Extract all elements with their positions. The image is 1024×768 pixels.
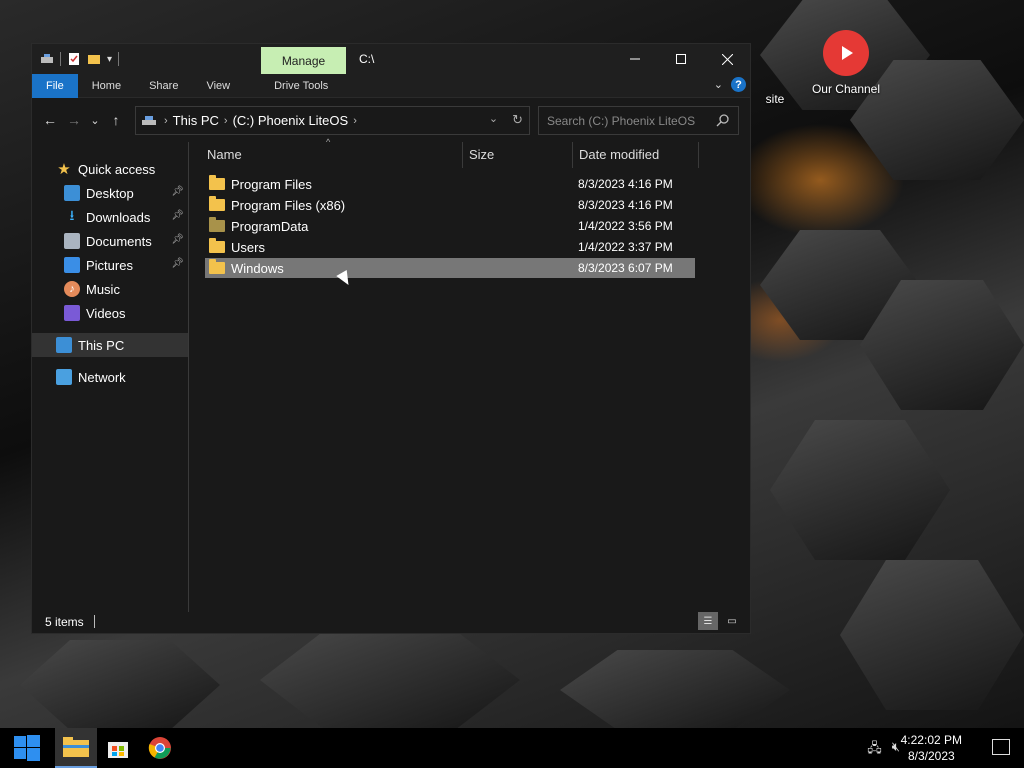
expand-ribbon-icon[interactable]: ⌄ xyxy=(714,78,723,91)
desktop-hex xyxy=(260,630,520,730)
network-icon xyxy=(56,369,72,385)
sidebar-item-this-pc[interactable]: This PC xyxy=(32,333,188,357)
sidebar-item-videos[interactable]: Videos xyxy=(32,301,188,325)
details-view-icon[interactable]: ☰ xyxy=(698,612,718,630)
file-explorer-window: ▾ Manage C:\ File Home Share View Drive … xyxy=(31,43,751,634)
column-header-date[interactable]: Date modified xyxy=(579,147,659,162)
item-count: 5 items xyxy=(45,614,84,629)
column-header-size[interactable]: Size xyxy=(469,147,494,162)
up-button[interactable]: ↑ xyxy=(104,108,128,132)
navigation-pane: ★ Quick access Desktop 📌︎ ⭳ Downloads 📌︎… xyxy=(32,142,189,612)
sidebar-item-network[interactable]: Network xyxy=(32,365,188,389)
quick-access-toolbar: ▾ xyxy=(32,52,120,66)
address-bar[interactable]: › This PC › (C:) Phoenix LiteOS › ⌄ ↻ xyxy=(135,106,530,135)
title-bar[interactable]: ▾ Manage C:\ xyxy=(32,44,750,74)
tab-home[interactable]: Home xyxy=(78,74,135,98)
breadcrumb-this-pc[interactable]: This PC xyxy=(168,113,224,128)
desktop-icon xyxy=(64,185,80,201)
tab-manage[interactable]: Manage xyxy=(261,47,346,74)
windows-logo-icon xyxy=(14,735,40,761)
table-row[interactable]: Users 1/4/2022 3:37 PM xyxy=(205,237,695,257)
help-icon[interactable]: ? xyxy=(731,77,746,92)
pin-icon[interactable]: 📌︎ xyxy=(171,186,184,197)
address-dropdown-icon[interactable]: ⌄ xyxy=(489,112,498,128)
folder-icon xyxy=(209,175,225,190)
table-row[interactable]: Program Files (x86) 8/3/2023 4:16 PM xyxy=(205,195,695,215)
file-list: ^ Name Size Date modified Program Files … xyxy=(189,137,750,612)
back-button[interactable]: ← xyxy=(38,108,62,132)
start-button[interactable] xyxy=(6,728,48,768)
status-bar: 5 items ☰ ▭ xyxy=(32,610,750,633)
taskbar-chrome[interactable] xyxy=(139,728,181,768)
desktop-hex xyxy=(840,560,1024,710)
taskbar-store[interactable] xyxy=(97,728,139,768)
sidebar-item-downloads[interactable]: ⭳ Downloads 📌︎ xyxy=(32,205,188,229)
desktop-icon-our-channel[interactable]: Our Channel xyxy=(801,30,891,96)
chrome-icon xyxy=(148,737,171,759)
tab-file[interactable]: File xyxy=(32,73,78,98)
maximize-button[interactable] xyxy=(658,44,704,74)
sidebar-item-quick-access[interactable]: ★ Quick access xyxy=(32,157,188,181)
music-icon: ♪ xyxy=(64,281,80,297)
forward-button[interactable]: → xyxy=(62,108,86,132)
window-title: C:\ xyxy=(359,52,375,66)
network-icon[interactable]: 🖧︎ xyxy=(867,739,882,761)
sidebar-item-music[interactable]: ♪ Music xyxy=(32,277,188,301)
column-header-name[interactable]: Name xyxy=(207,147,242,162)
taskbar: 🖧︎ 🔇︎ 4:22:02 PM 8/3/2023 xyxy=(0,728,1024,768)
pin-icon[interactable]: 📌︎ xyxy=(171,210,184,221)
drive-icon xyxy=(142,115,156,125)
search-input[interactable]: Search (C:) Phoenix LiteOS xyxy=(538,106,739,135)
document-icon xyxy=(64,233,80,249)
store-icon xyxy=(108,742,128,758)
play-icon xyxy=(823,30,869,76)
table-row[interactable]: Program Files 8/3/2023 4:16 PM xyxy=(205,174,695,194)
volume-muted-icon[interactable]: 🔇︎ xyxy=(892,739,900,761)
folder-icon xyxy=(209,196,225,211)
refresh-icon[interactable]: ↻ xyxy=(512,112,523,128)
column-header-row: ^ Name Size Date modified xyxy=(189,137,709,168)
tab-drive-tools[interactable]: Drive Tools xyxy=(244,74,342,98)
table-row-selected[interactable]: Windows 8/3/2023 6:07 PM xyxy=(205,258,695,278)
sidebar-item-documents[interactable]: Documents 📌︎ xyxy=(32,229,188,253)
large-icons-view-icon[interactable]: ▭ xyxy=(722,612,742,630)
notification-center-icon[interactable] xyxy=(992,739,1010,755)
customize-quick-access-icon[interactable]: ▾ xyxy=(107,54,112,65)
properties-icon[interactable] xyxy=(67,52,81,66)
folder-icon xyxy=(63,737,89,757)
tab-share[interactable]: Share xyxy=(135,74,192,98)
pin-icon[interactable]: 📌︎ xyxy=(171,258,184,269)
star-icon: ★ xyxy=(57,161,71,178)
desktop-hex xyxy=(560,650,790,730)
breadcrumb-drive[interactable]: (C:) Phoenix LiteOS xyxy=(228,113,354,128)
download-icon: ⭳ xyxy=(69,207,75,223)
close-button[interactable] xyxy=(704,44,750,74)
system-tray: 🖧︎ 🔇︎ xyxy=(867,739,900,761)
pictures-icon xyxy=(64,257,80,273)
minimize-button[interactable] xyxy=(612,44,658,74)
folder-hidden-icon xyxy=(209,217,225,232)
videos-icon xyxy=(64,305,80,321)
folder-icon xyxy=(209,259,225,274)
taskbar-file-explorer[interactable] xyxy=(55,728,97,768)
ribbon-tabs: File Home Share View Drive Tools ⌄ ? xyxy=(32,73,750,98)
sort-ascending-icon: ^ xyxy=(326,137,331,147)
pin-icon[interactable]: 📌︎ xyxy=(171,234,184,245)
new-folder-icon[interactable] xyxy=(87,52,101,66)
desktop-hex xyxy=(770,420,950,560)
clock[interactable]: 4:22:02 PM 8/3/2023 xyxy=(901,732,962,764)
sidebar-item-pictures[interactable]: Pictures 📌︎ xyxy=(32,253,188,277)
website-icon xyxy=(752,40,798,86)
recent-locations-button[interactable]: ⌄ xyxy=(86,108,104,132)
navigation-bar: ← → ⌄ ↑ › This PC › (C:) Phoenix LiteOS … xyxy=(32,98,750,142)
table-row[interactable]: ProgramData 1/4/2022 3:56 PM xyxy=(205,216,695,236)
desktop-hex xyxy=(20,640,220,730)
tab-view[interactable]: View xyxy=(192,74,244,98)
computer-icon xyxy=(56,337,72,353)
breadcrumb-separator-icon[interactable]: › xyxy=(353,115,357,127)
folder-icon xyxy=(209,238,225,253)
drive-icon xyxy=(41,54,53,63)
sidebar-item-desktop[interactable]: Desktop 📌︎ xyxy=(32,181,188,205)
search-icon xyxy=(716,114,729,127)
